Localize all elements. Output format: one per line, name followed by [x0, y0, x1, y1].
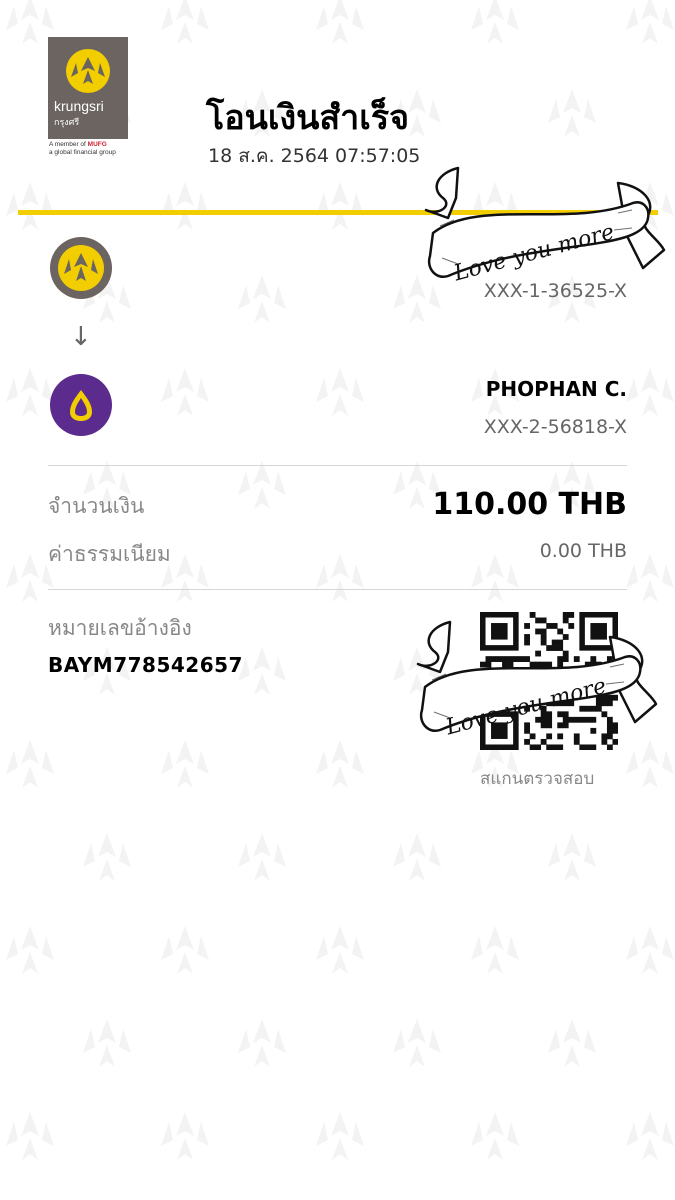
watermark-emblem: [238, 1019, 286, 1067]
watermark-emblem: [83, 833, 131, 881]
watermark-emblem: [161, 182, 209, 230]
amount-label: จำนวนเงิน: [48, 494, 145, 518]
reference-label: หมายเลขอ้างอิง: [48, 616, 192, 640]
watermark-emblem: [238, 833, 286, 881]
watermark-emblem: [161, 740, 209, 788]
watermark-emblem: [626, 368, 674, 416]
watermark-emblem: [316, 554, 364, 602]
watermark-emblem: [548, 1019, 596, 1067]
watermark-emblem: [6, 1112, 54, 1160]
watermark-emblem: [548, 89, 596, 137]
watermark-emblem: [471, 554, 519, 602]
watermark-emblem: [6, 554, 54, 602]
arrow-down-icon: ↓: [70, 322, 92, 352]
watermark-emblem: [316, 0, 364, 44]
krungsri-logo: krungsri กรุงศรี: [48, 37, 128, 139]
tagline: A member of MUFG: [49, 141, 107, 148]
krungsri-emblem-icon: [58, 245, 104, 291]
watermark-emblem: [161, 368, 209, 416]
watermark-emblem: [316, 1112, 364, 1160]
page-title: โอนเงินสำเร็จ: [206, 98, 410, 138]
watermark-emblem: [626, 1112, 674, 1160]
fee-label: ค่าธรรมเนียม: [48, 542, 171, 566]
watermark-emblem: [471, 0, 519, 44]
scan-verify-label: สแกนตรวจสอบ: [480, 769, 595, 789]
scb-emblem-icon: [70, 390, 92, 421]
watermark-emblem: [316, 926, 364, 974]
watermark-emblem: [161, 1112, 209, 1160]
watermark-emblem: [471, 1112, 519, 1160]
watermark-emblem: [548, 833, 596, 881]
watermark-emblem: [316, 182, 364, 230]
tagline-prefix: A member of: [49, 141, 86, 148]
fee-value: 0.00 THB: [539, 540, 627, 562]
scb-logo-icon: [50, 374, 112, 436]
watermark-emblem: [393, 1019, 441, 1067]
watermark-emblem: [626, 740, 674, 788]
watermark-emblem: [238, 275, 286, 323]
watermark-emblem: [6, 182, 54, 230]
reference-number: BAYM778542657: [48, 653, 243, 677]
watermark-emblem: [238, 647, 286, 695]
watermark-emblem: [316, 740, 364, 788]
watermark-emblem: [471, 926, 519, 974]
transaction-datetime: 18 ส.ค. 2564 07:57:05: [208, 145, 421, 167]
brand-name-thai: กรุงศรี: [54, 117, 80, 127]
watermark-emblem: [626, 926, 674, 974]
love-you-more-ribbon-sticker: Love you more: [424, 166, 666, 287]
watermark-emblem: [238, 461, 286, 509]
receiver-name: PHOPHAN C.: [485, 377, 627, 401]
krungsri-logo-icon: [50, 237, 112, 299]
watermark-emblem: [626, 0, 674, 44]
watermark-emblem: [6, 740, 54, 788]
watermark-emblem: [393, 833, 441, 881]
tagline-mufg: MUFG: [87, 141, 107, 148]
watermark-emblem: [83, 1019, 131, 1067]
watermark-emblem: [161, 0, 209, 44]
amount-value: 110.00 THB: [432, 487, 627, 522]
love-you-more-ribbon-sticker: Love you more: [416, 620, 658, 741]
krungsri-emblem-icon: [66, 49, 110, 93]
tagline-line-2: a global financial group: [49, 149, 116, 156]
receiver-account-number: XXX-2-56818-X: [483, 416, 627, 438]
watermark-emblem: [6, 368, 54, 416]
watermark-emblem: [6, 0, 54, 44]
divider: [48, 589, 627, 590]
brand-name: krungsri: [54, 98, 104, 114]
watermark-emblem: [626, 554, 674, 602]
watermark-emblem: [316, 368, 364, 416]
watermark-emblem: [161, 926, 209, 974]
watermark-emblem: [6, 926, 54, 974]
divider: [48, 465, 627, 466]
